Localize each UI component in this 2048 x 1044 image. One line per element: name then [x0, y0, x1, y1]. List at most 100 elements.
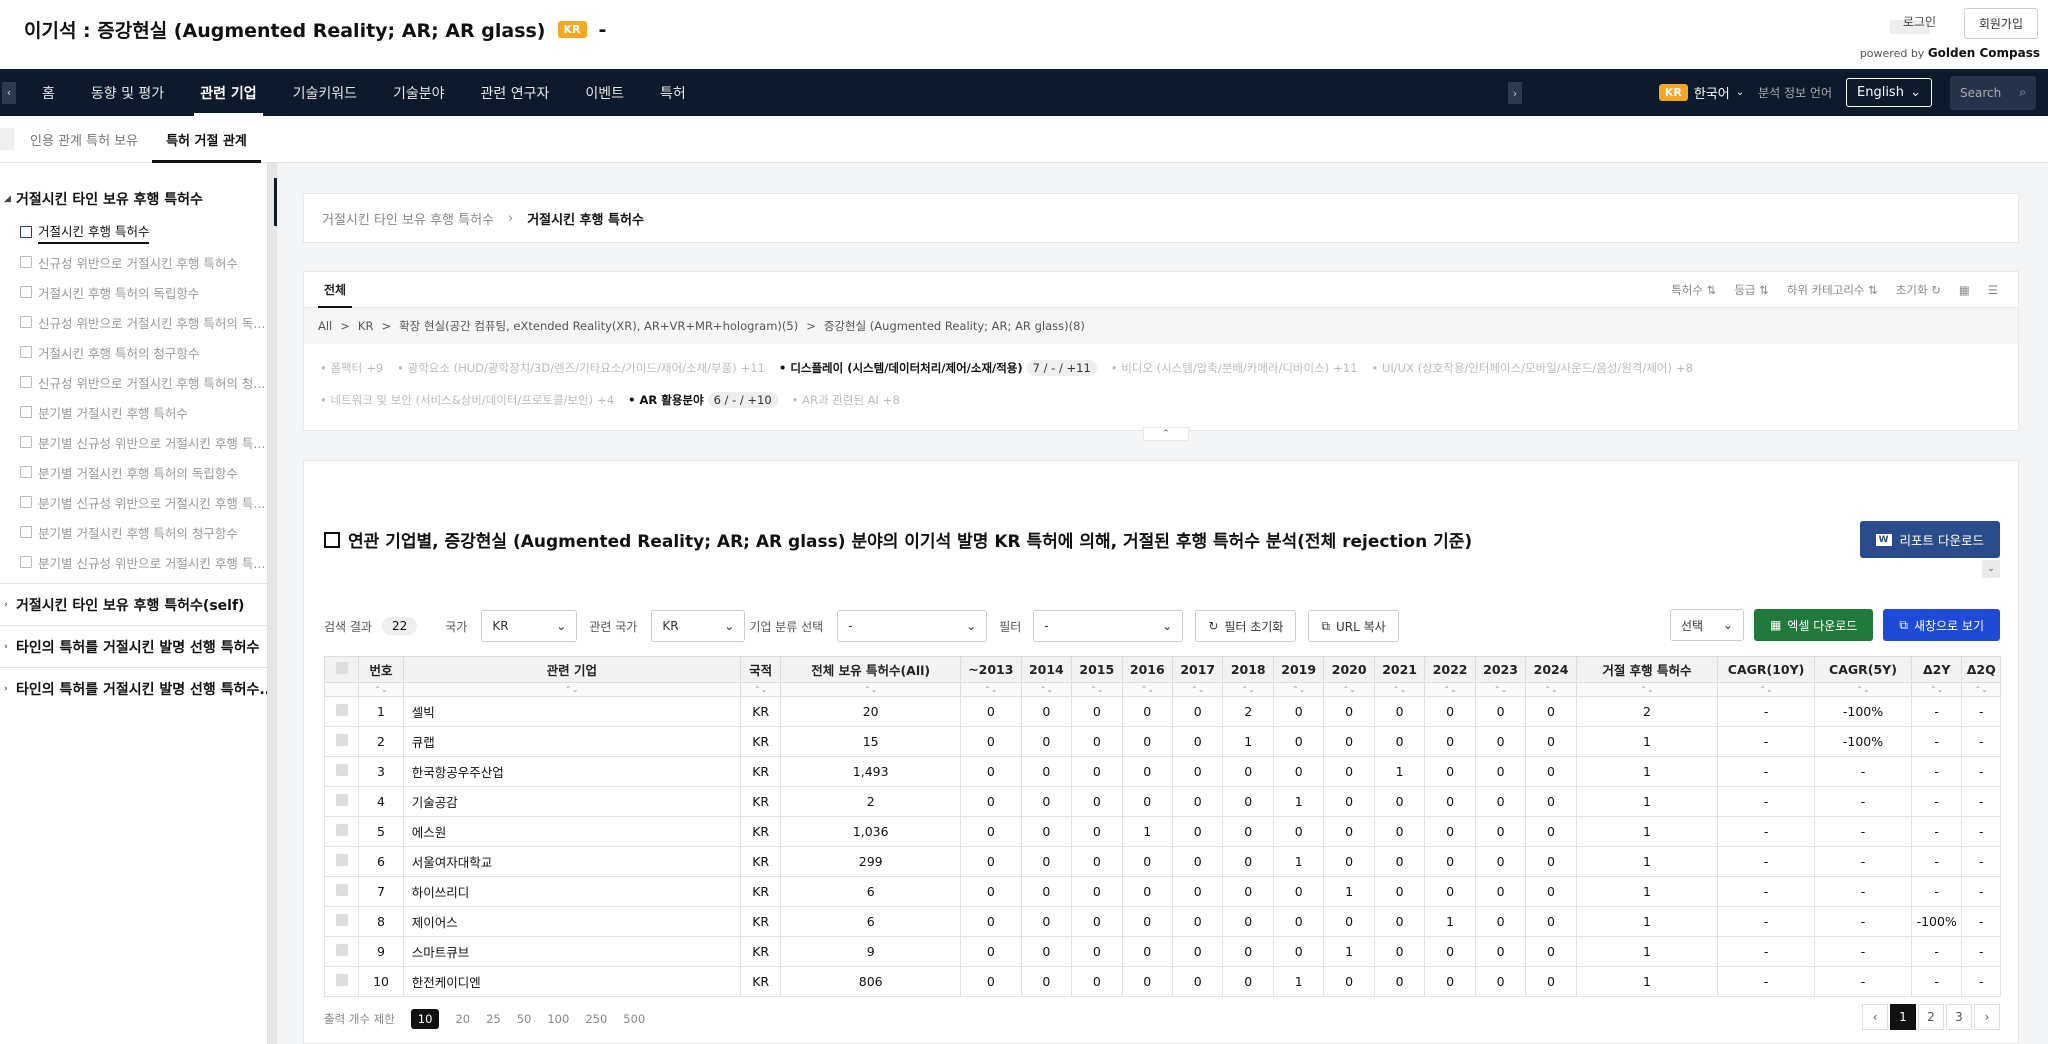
category-item[interactable]: • UI/UX (상호작용/인터페이스/모바일/사운드/음성/원격/제어) +8 — [1372, 361, 1693, 375]
sort-option[interactable]: 초기화 ↻ — [1896, 282, 1941, 298]
company-name-cell[interactable]: 기술공감 — [402, 786, 741, 817]
table-row[interactable]: 5 에스원 KR 1,036 0 0 0 1 0 0 0 0 0 0 0 0 1- - - - — [323, 816, 2001, 847]
table-row[interactable]: 10 한전케이디엔 KR 806 0 0 0 0 0 0 1 0 0 0 0 0 1- - - - — [323, 966, 2001, 997]
sort-toggle-icon[interactable]: ⌃⌄ — [1373, 682, 1426, 697]
report-download-button[interactable]: W 리포트 다운로드 — [1859, 521, 2000, 558]
company-name-cell[interactable]: 서울여자대학교 — [402, 846, 741, 877]
company-name-cell[interactable]: 스마트큐브 — [402, 936, 741, 967]
row-checkbox[interactable] — [323, 756, 360, 787]
company-name-cell[interactable]: 셀빅 — [402, 696, 741, 727]
new-window-button[interactable]: ⧉ 새창으로 보기 — [1883, 609, 2000, 641]
nav-item[interactable]: 이벤트 — [567, 69, 642, 116]
sidebar-item[interactable]: 신규성 위반으로 거절시킨 후행 특허수 — [0, 247, 267, 277]
sort-toggle-icon[interactable]: ⌃⌄ — [1575, 682, 1719, 697]
sidebar-section[interactable]: › 타인의 특허를 거절시킨 발명 선행 특허수... — [0, 667, 267, 709]
sidebar-item[interactable]: 분기별 신규성 위반으로 거절시킨 후행 특... — [0, 487, 267, 517]
column-header[interactable]: 2020 — [1323, 656, 1375, 683]
list-view-icon[interactable]: ☰ — [1988, 283, 1998, 297]
sort-option[interactable]: 특허수 ⇅ — [1671, 282, 1716, 298]
table-row[interactable]: 6 서울여자대학교 KR 299 0 0 0 0 0 0 1 0 0 0 0 0 1- - - - — [323, 846, 2001, 877]
column-header[interactable]: 거절 후행 특허수 — [1575, 656, 1719, 683]
nav-item[interactable]: 관련 연구자 — [463, 69, 568, 116]
sort-toggle-icon[interactable]: ⌃⌄ — [1020, 682, 1073, 697]
select-all-checkbox[interactable] — [323, 656, 360, 683]
column-header[interactable]: 관련 기업 — [402, 656, 741, 683]
subtab-scroll-left-icon[interactable] — [0, 128, 14, 150]
filter-collapse-toggle[interactable]: ⌃ — [1143, 427, 1189, 441]
nav-item[interactable]: 동향 및 평가 — [73, 69, 182, 116]
sort-toggle-icon[interactable]: ⌃⌄ — [1272, 682, 1325, 697]
column-header[interactable]: CAGR(5Y) — [1814, 656, 1912, 683]
table-row[interactable]: 4 기술공감 KR 2 0 0 0 0 0 0 1 0 0 0 0 0 1- - - - — [323, 786, 2001, 817]
sidebar-section[interactable]: › 거절시킨 타인 보유 후행 특허수(self) — [0, 583, 267, 625]
sort-toggle-icon[interactable]: ⌃⌄ — [1717, 682, 1816, 697]
country-select[interactable]: KR ⌄ — [481, 610, 578, 642]
sort-toggle-icon[interactable]: ⌃⌄ — [358, 682, 404, 697]
row-checkbox[interactable] — [323, 726, 360, 757]
company-class-select[interactable]: - ⌄ — [837, 610, 988, 642]
nav-scroll-right-icon[interactable]: › — [1508, 82, 1522, 104]
related-country-select[interactable]: KR ⌄ — [651, 610, 746, 642]
company-name-cell[interactable]: 큐랩 — [402, 726, 741, 757]
sort-toggle-icon[interactable]: ⌃⌄ — [1474, 682, 1527, 697]
table-row[interactable]: 2 큐랩 KR 15 0 0 0 0 0 1 0 0 0 0 0 0 1- -100% - - — [323, 726, 2001, 757]
category-item[interactable]: • 디스플레이 (시스템/데이터처리/제어/소재/적용) 7 / - / +11 — [779, 360, 1097, 376]
sidebar-item[interactable]: 신규성 위반으로 거절시킨 후행 특허의 독... — [0, 307, 267, 337]
column-header[interactable]: Δ2Q — [1961, 656, 2001, 683]
sort-toggle-icon[interactable]: ⌃⌄ — [1961, 682, 2001, 697]
subtab[interactable]: 인용 관계 특허 보유 — [16, 116, 152, 163]
nav-item[interactable]: 기술분야 — [375, 69, 463, 116]
sidebar-item[interactable]: 분기별 거절시킨 후행 특허의 청구항수 — [0, 517, 267, 547]
column-header[interactable]: 2021 — [1373, 656, 1426, 683]
sidebar-item[interactable]: 거절시킨 후행 특허수 — [0, 217, 267, 247]
page-size-option[interactable]: 100 — [547, 1012, 569, 1026]
column-header[interactable]: 2016 — [1121, 656, 1174, 683]
sidebar-item[interactable]: 분기별 신규성 위반으로 거절시킨 후행 특... — [0, 427, 267, 457]
company-name-cell[interactable]: 에스원 — [402, 816, 741, 847]
column-header[interactable]: 번호 — [358, 656, 404, 683]
sidebar-item[interactable]: 분기별 신규성 위반으로 거절시킨 후행 특... — [0, 547, 267, 577]
row-checkbox[interactable] — [323, 816, 360, 847]
signup-button[interactable]: 회원가입 — [1963, 8, 2038, 39]
column-header[interactable]: 국적 — [739, 656, 782, 683]
sort-toggle-icon[interactable]: ⌃⌄ — [1222, 682, 1274, 697]
page-button[interactable]: › — [1974, 1004, 2000, 1030]
sort-toggle-icon[interactable]: ⌃⌄ — [1323, 682, 1375, 697]
chevron-down-icon[interactable]: ⌄ — [1982, 560, 2000, 578]
analysis-lang-select[interactable]: English ⌄ — [1846, 78, 1932, 107]
path-item[interactable]: 증강현실 (Augmented Reality; AR; AR glass)(8… — [824, 318, 1085, 334]
login-link[interactable]: 로그인 — [1903, 13, 1936, 30]
grid-view-icon[interactable]: ▦ — [1959, 283, 1970, 297]
sort-option[interactable]: 하위 카테고리수 ⇅ — [1787, 282, 1878, 298]
row-checkbox[interactable] — [323, 846, 360, 877]
column-header[interactable]: 전체 보유 특허수(All) — [780, 656, 962, 683]
column-header[interactable]: 2022 — [1424, 656, 1476, 683]
table-row[interactable]: 7 하이쓰리디 KR 6 0 0 0 0 0 0 0 1 0 0 0 0 1- - - - — [323, 876, 2001, 907]
nav-scroll-left-icon[interactable]: ‹ — [2, 81, 16, 104]
sort-toggle-icon[interactable]: ⌃⌄ — [1910, 682, 1963, 697]
company-name-cell[interactable]: 하이쓰리디 — [402, 876, 741, 907]
sort-toggle-icon[interactable]: ⌃⌄ — [780, 682, 962, 697]
sort-toggle-icon[interactable]: ⌃⌄ — [1172, 682, 1224, 697]
row-checkbox[interactable] — [323, 786, 360, 817]
category-item[interactable]: • 비디오 (시스템/압축/분배/카메라/디바이스) +11 — [1111, 361, 1358, 375]
table-row[interactable]: 3 한국항공우주산업 KR 1,493 0 0 0 0 0 0 0 0 1 0 0 0 1- - - - — [323, 756, 2001, 787]
category-item[interactable]: • 네트워크 및 보안 (서비스&상비/데이터/프로토콜/보안) +4 — [320, 393, 614, 407]
table-row[interactable]: 8 제이어스 KR 6 0 0 0 0 0 0 0 0 0 1 0 0 1- - -100% - — [323, 906, 2001, 937]
page-size-option[interactable]: 250 — [585, 1012, 607, 1026]
column-header[interactable]: 2014 — [1020, 656, 1073, 683]
page-size-option[interactable]: 500 — [623, 1012, 645, 1026]
column-header[interactable]: 2023 — [1474, 656, 1527, 683]
category-item[interactable]: • AR과 관련된 AI +8 — [792, 393, 900, 407]
row-checkbox[interactable] — [323, 876, 360, 907]
select-dropdown[interactable]: 선택 ⌄ — [1669, 609, 1744, 641]
category-item[interactable]: • 폼팩터 +9 — [320, 361, 383, 375]
nav-item[interactable]: 기술키워드 — [275, 69, 375, 116]
sidebar-head[interactable]: ◢ 거절시킨 타인 보유 후행 특허수 — [0, 181, 267, 217]
company-name-cell[interactable]: 한전케이디엔 — [402, 966, 741, 997]
column-header[interactable]: 2018 — [1222, 656, 1274, 683]
language-kr[interactable]: KR 한국어 ⌄ — [1658, 83, 1744, 102]
path-item[interactable]: All — [318, 319, 332, 333]
page-button[interactable]: 1 — [1890, 1004, 1916, 1030]
excel-download-button[interactable]: ▦ 엑셀 다운로드 — [1753, 609, 1874, 641]
